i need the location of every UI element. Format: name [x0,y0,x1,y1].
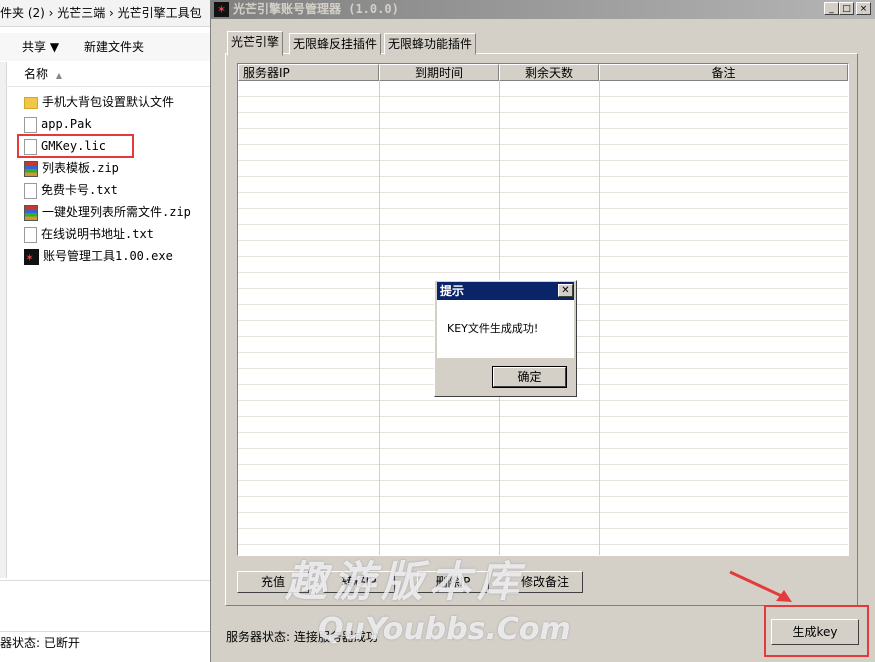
address-bar[interactable]: 件夹 (2) › 光芒三端 › 光芒引擎工具包 [0,0,210,27]
ok-button[interactable]: 确定 [492,366,567,388]
file-name: 一键处理列表所需文件.zip [42,205,191,219]
list-item[interactable]: 账号管理工具1.00.exe [24,246,173,267]
folder-icon [24,96,38,109]
column-header-server-ip[interactable]: 服务器IP [238,64,379,81]
app-icon [24,247,39,267]
file-name: 列表模板.zip [42,161,119,175]
file-name: app.Pak [41,117,92,131]
list-item[interactable]: 一键处理列表所需文件.zip [24,202,191,222]
window-title: 光芒引擎账号管理器 (1.0.0) [233,2,399,16]
dialog-close-button[interactable]: ✕ [558,284,573,297]
new-folder-button[interactable]: 新建文件夹 [84,33,144,61]
column-header-expiry[interactable]: 到期时间 [379,64,499,81]
title-bar[interactable]: ✶ 光芒引擎账号管理器 (1.0.0) _ □ × [211,0,875,19]
transfer-ip-button[interactable]: 转移IP [323,571,395,593]
dialog-title: 提示 [440,284,465,298]
column-divider [599,81,600,555]
dialog-body: KEY文件生成成功! [437,300,574,358]
file-name: 免费卡号.txt [41,183,118,197]
address-path: 件夹 (2) › 光芒三端 › 光芒引擎工具包 [0,6,202,20]
server-status: 服务器状态: 连接服务器成功 [226,630,378,644]
edit-note-button[interactable]: 修改备注 [507,571,583,593]
file-explorer: 件夹 (2) › 光芒三端 › 光芒引擎工具包 共享 ▼ 新建文件夹 名称 ▲ … [0,0,210,662]
column-divider [379,81,380,555]
text-file-icon [24,182,37,199]
list-item[interactable]: 手机大背包设置默认文件 [24,92,174,112]
delete-ip-button[interactable]: 删除IP [417,571,489,593]
table-header: 服务器IP 到期时间 剩余天数 备注 [238,64,848,81]
dialog-title-bar[interactable]: 提示 ✕ [437,282,574,300]
file-icon [24,116,37,133]
archive-icon [24,204,38,221]
list-item[interactable]: 列表模板.zip [24,158,119,178]
close-button[interactable]: × [856,2,871,15]
tab-guangmang-engine[interactable]: 光芒引擎 [227,31,284,56]
column-name-label: 名称 [24,67,49,81]
list-item[interactable]: 免费卡号.txt [24,180,118,200]
close-icon: ✕ [561,285,570,296]
maximize-button[interactable]: □ [839,2,854,15]
navigation-pane[interactable] [0,62,7,578]
text-file-icon [24,226,37,243]
highlight-box [17,134,134,158]
share-button[interactable]: 共享 ▼ [22,33,59,61]
arrow-annotation-icon [729,570,792,602]
recharge-button[interactable]: 充值 [237,571,309,593]
app-icon: ✶ [214,2,229,17]
tab-function-plugin[interactable]: 无限蜂功能插件 [384,33,477,55]
highlight-box [764,605,869,657]
message-dialog: 提示 ✕ KEY文件生成成功! 确定 [434,280,577,397]
dialog-message: KEY文件生成成功! [447,322,539,335]
column-header-name[interactable]: 名称 ▲ [6,62,210,87]
divider [0,580,210,581]
sort-ascending-icon: ▲ [55,71,62,80]
explorer-status: 器状态: 已断开 [0,631,210,654]
file-name: 账号管理工具1.00.exe [43,249,173,263]
list-item[interactable]: 在线说明书地址.txt [24,224,154,244]
list-item[interactable]: app.Pak [24,114,92,134]
explorer-toolbar: 共享 ▼ 新建文件夹 [0,33,210,61]
ok-button-label: 确定 [493,367,566,387]
archive-icon [24,160,38,177]
file-name: 在线说明书地址.txt [41,227,154,241]
column-header-days-left[interactable]: 剩余天数 [499,64,599,81]
tab-anti-cheat-plugin[interactable]: 无限蜂反挂插件 [289,33,382,55]
minimize-button[interactable]: _ [824,2,839,15]
column-header-note[interactable]: 备注 [599,64,848,81]
file-name: 手机大背包设置默认文件 [42,95,175,109]
